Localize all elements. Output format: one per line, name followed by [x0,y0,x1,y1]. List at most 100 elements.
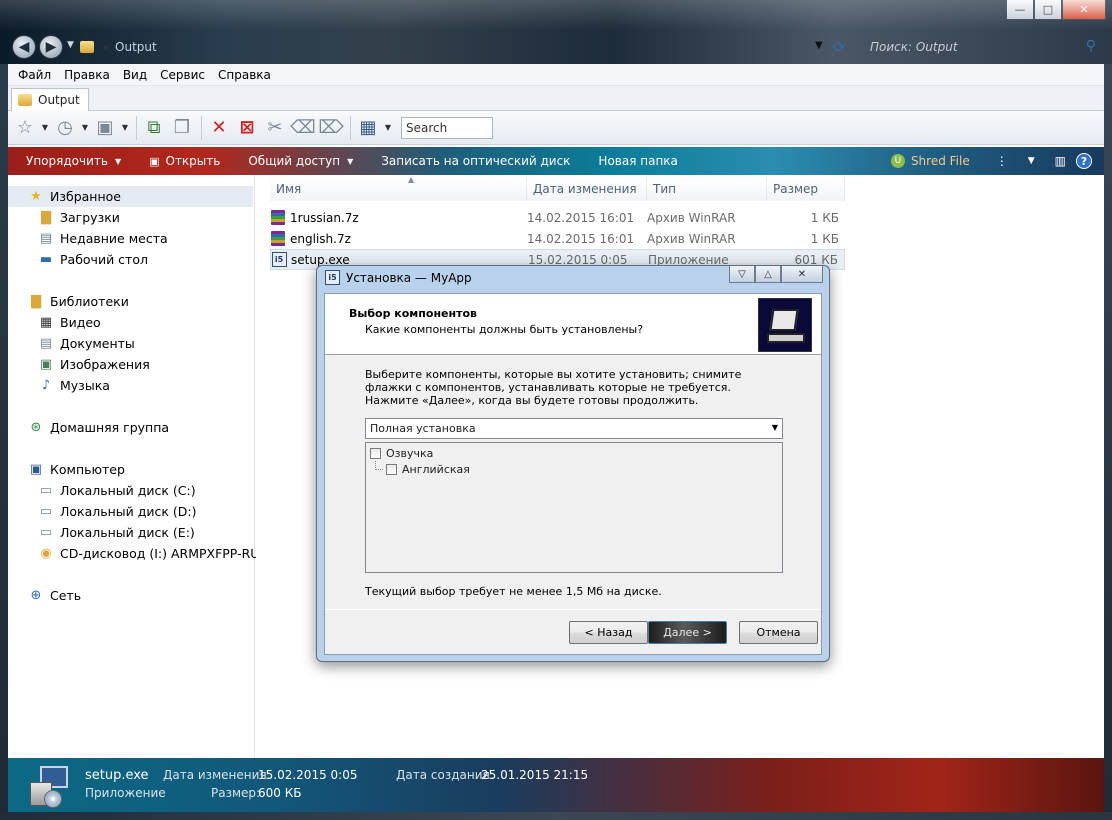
forward-arrow-icon[interactable]: ▶ [39,35,63,59]
checkbox[interactable] [370,448,381,459]
nav-label: Домашняя группа [50,420,170,435]
organize-label: Упорядочить [26,154,108,168]
nav-network[interactable]: ⊕ Сеть [8,585,82,606]
nav-disk-c[interactable]: ▭ Локальный диск (C:) [8,480,196,501]
file-type: Архив WinRAR [647,231,736,246]
shred-icon[interactable]: U [890,154,905,168]
nav-favorites[interactable]: ★ Избранное [8,186,253,207]
checkbox[interactable] [386,464,397,475]
navigation-pane: ★ Избранное ▇ Загрузки ▤ Недавние места … [8,175,264,758]
setup-type-select[interactable]: Полная установка ▼ [365,418,783,439]
view-grid-icon[interactable]: ▦ [355,115,381,141]
burn-label: Записать на оптический диск [381,154,571,168]
refresh-icon[interactable]: ⟳ [833,38,846,56]
nav-video[interactable]: ▦ Видео [8,312,101,333]
address-dropdown-icon[interactable]: ▼ [815,40,823,51]
open-label: Открыть [165,154,221,168]
nav-label: Локальный диск (E:) [60,525,195,540]
close-button[interactable]: ✕ [1062,0,1106,20]
column-header-name[interactable]: ▲ Имя [270,175,527,201]
nav-homegroup[interactable]: ⊛ Домашняя группа [8,417,169,438]
nav-disk-e[interactable]: ▭ Локальный диск (E:) [8,522,195,543]
burn-button[interactable]: Записать на оптический диск [381,154,570,168]
nav-computer[interactable]: ▣ Компьютер [8,459,125,480]
nav-recent[interactable]: ▤ Недавние места [8,228,168,249]
new-folder-button[interactable]: Новая папка [598,154,677,168]
view-options-dropdown-icon[interactable]: ▼ [1028,156,1035,166]
wizard-computer-icon [758,298,812,352]
nav-downloads[interactable]: ▇ Загрузки [8,207,120,228]
details-file-type: Приложение [85,786,166,800]
nav-images[interactable]: ▣ Изображения [8,354,150,375]
cut-icon[interactable]: ✂ [262,115,288,141]
shred-file-button[interactable]: Shred File [911,154,970,168]
nav-libraries[interactable]: ▇ Библиотеки [8,291,129,312]
menu-view[interactable]: Вид [123,68,147,82]
nav-music[interactable]: ♪ Музыка [8,375,110,396]
stamp-dropdown-icon[interactable]: ▼ [120,115,130,141]
share-button[interactable]: Общий доступ ▼ [248,154,353,168]
tab-output[interactable]: Output [11,88,89,111]
file-date: 14.02.2015 16:01 [527,231,635,246]
stamp-icon[interactable]: ▣ [92,115,118,141]
chevron-down-icon: ▼ [771,423,778,432]
nav-label: Рабочий стол [60,252,148,267]
erase-icon[interactable]: ⌦ [318,115,344,141]
help-icon[interactable]: ? [1076,153,1092,169]
cancel-button[interactable]: Отмена [739,621,818,644]
downloads-folder-icon: ▇ [41,210,51,225]
dialog-close-button[interactable]: ✕ [781,266,823,283]
column-header-type[interactable]: Тип [647,177,767,201]
next-button[interactable]: Далее > [648,621,727,644]
clear-icon[interactable]: ⌫ [290,115,316,141]
toolbar-separator [136,115,137,140]
file-size: 1 КБ [810,210,839,225]
chevron-down-icon: ▼ [114,156,122,166]
nav-cd-drive[interactable]: ◉ CD-дисковод (I:) ARMPXFPP-RU- [8,543,264,564]
toolbar-search-input[interactable]: Search [401,116,493,139]
column-header-date[interactable]: Дата изменения [527,177,647,201]
nav-disk-d[interactable]: ▭ Локальный диск (D:) [8,501,197,522]
menu-file[interactable]: Файл [18,68,51,82]
nav-label: Видео [60,315,101,330]
view-dropdown-icon[interactable]: ▼ [383,115,393,141]
nav-desktop[interactable]: ▬ Рабочий стол [8,249,148,270]
favorites-dropdown-icon[interactable]: ▼ [40,115,50,141]
wizard-heading: Выбор компонентов [349,307,477,320]
menu-tools[interactable]: Сервис [160,68,205,82]
dialog-collapse-button[interactable]: ▽ [729,266,755,283]
organize-button[interactable]: Упорядочить ▼ [26,154,121,168]
menu-edit[interactable]: Правка [64,68,110,82]
back-button[interactable]: < Назад [569,621,648,644]
column-header-size[interactable]: Размер [767,177,845,201]
nav-documents[interactable]: ▤ Документы [8,333,135,354]
delete-icon[interactable]: ✕ [206,115,232,141]
back-arrow-icon[interactable]: ◀ [12,35,36,59]
history-clock-icon[interactable]: ◷ [52,115,78,141]
file-row[interactable]: 1russian.7z 14.02.2015 16:01 Архив WinRA… [270,207,845,228]
breadcrumb-output[interactable]: Output [115,40,157,54]
breadcrumb-separator-icon[interactable]: ▸ [104,42,109,53]
history-dropdown-icon[interactable]: ▼ [80,115,90,141]
explorer-search-input[interactable]: Поиск: Output ⚲ [858,36,1104,58]
file-row[interactable]: english.7z 14.02.2015 16:01 Архив WinRAR… [270,228,845,249]
maximize-button[interactable]: □ [1034,0,1062,20]
more-options-icon[interactable]: ⋮ [996,154,1008,168]
component-english[interactable]: Английская [386,463,470,476]
menu-help[interactable]: Справка [218,68,271,82]
move-to-icon[interactable]: ❐ [169,115,195,141]
copy-to-icon[interactable]: ⧉ [141,115,167,141]
favorites-star-icon[interactable]: ☆ [12,115,38,141]
delete-file-icon[interactable]: ⊠ [234,115,260,141]
nav-label: CD-дисковод (I:) ARMPXFPP-RU- [60,546,264,561]
wizard-header: Выбор компонентов Какие компоненты должн… [325,294,821,355]
video-icon: ▦ [39,315,53,330]
history-dropdown-icon[interactable]: ▼ [67,40,74,50]
minimize-button[interactable]: — [1006,0,1034,20]
search-icon[interactable]: ⚲ [1086,38,1096,54]
component-voice[interactable]: Озвучка [370,447,433,460]
address-bar[interactable]: ▸ Output [80,36,860,58]
dialog-expand-button[interactable]: △ [755,266,781,283]
open-button[interactable]: ▣ Открыть [149,154,220,168]
preview-pane-icon[interactable]: ▥ [1055,154,1066,168]
